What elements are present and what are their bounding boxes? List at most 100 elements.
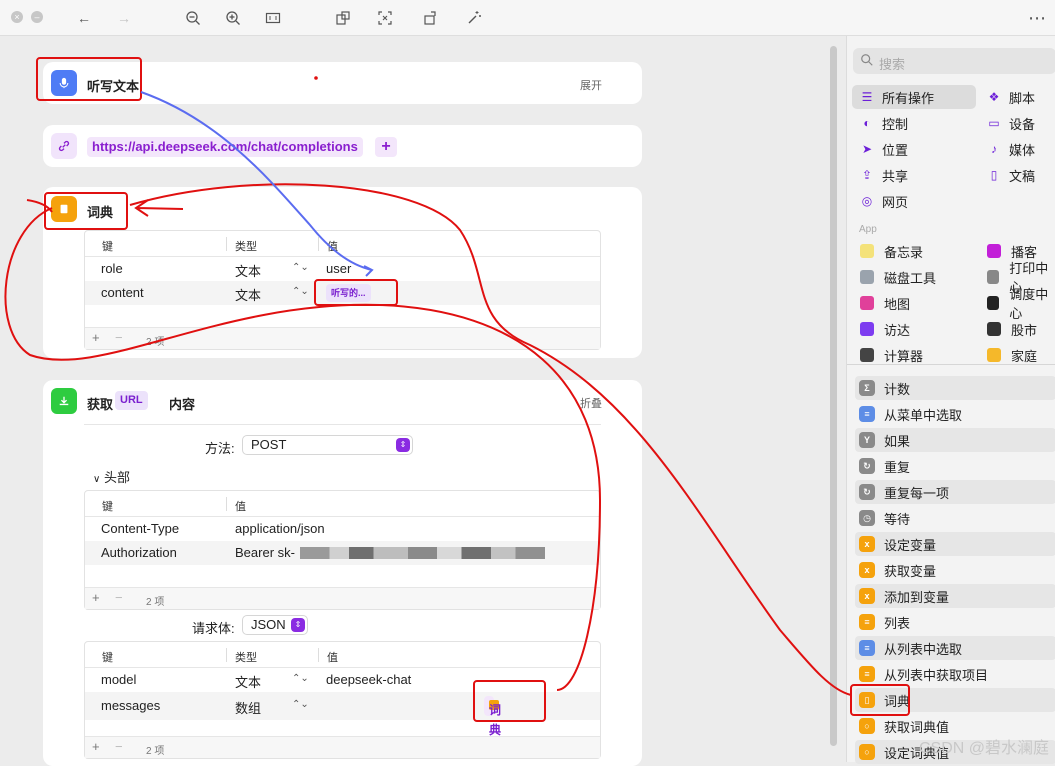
- url-variable-token[interactable]: URL: [115, 391, 148, 410]
- more-options-icon[interactable]: ⋯: [1027, 8, 1047, 28]
- dictionary-value-icon: ○: [859, 744, 875, 760]
- action-list[interactable]: ≡ 列表: [855, 610, 1055, 634]
- table-row[interactable]: Authorization Bearer sk-: [85, 541, 600, 565]
- headers-toggle[interactable]: ∨ 头部: [93, 467, 130, 486]
- row-key[interactable]: role: [101, 261, 123, 276]
- minimize-window-icon[interactable]: –: [31, 11, 43, 23]
- table-row[interactable]: Content-Type application/json: [85, 517, 600, 541]
- action-count[interactable]: Σ 计数: [855, 376, 1055, 400]
- row-type[interactable]: 数组: [235, 698, 261, 717]
- close-window-icon[interactable]: ×: [11, 11, 23, 23]
- action-add-to-variable[interactable]: x 添加到变量: [855, 584, 1055, 608]
- category-scripting[interactable]: ❖ 脚本: [987, 85, 1035, 109]
- action-set-variable[interactable]: x 设定变量: [855, 532, 1055, 556]
- method-value: POST: [251, 437, 287, 452]
- maps-icon: [860, 296, 874, 310]
- add-row-button[interactable]: +: [92, 330, 100, 345]
- fetch-title-prefix: 获取: [87, 397, 114, 412]
- row-key[interactable]: messages: [101, 698, 160, 713]
- type-stepper-icon[interactable]: ⌃⌄: [292, 262, 309, 273]
- search-input[interactable]: 搜索: [853, 48, 1055, 74]
- dictionary-icon: [51, 196, 77, 222]
- action-choose-from-list[interactable]: ≡ 从列表中选取: [855, 636, 1055, 660]
- table-row[interactable]: messages 数组 ⌃⌄ 词典: [85, 692, 600, 737]
- action-repeat[interactable]: ↻ 重复: [855, 454, 1055, 478]
- search-icon: [860, 53, 874, 70]
- category-device[interactable]: ▭ 设备: [987, 111, 1035, 135]
- row-value[interactable]: Bearer sk-: [235, 545, 295, 560]
- row-type[interactable]: 文本: [235, 285, 261, 304]
- body-type-select[interactable]: JSON ⇕: [242, 615, 308, 635]
- list-choose-icon: ≡: [859, 640, 875, 656]
- row-type[interactable]: 文本: [235, 672, 261, 691]
- zoom-in-icon[interactable]: [223, 8, 243, 28]
- row-value[interactable]: application/json: [235, 521, 325, 536]
- row-key[interactable]: Authorization: [101, 545, 177, 560]
- dictated-text-variable[interactable]: 听写的...: [326, 284, 371, 302]
- remove-row-button[interactable]: −: [115, 739, 123, 754]
- crop-select-icon[interactable]: [375, 8, 395, 28]
- action-dictate-text[interactable]: 听写文本 展开: [43, 62, 642, 104]
- app-stocks[interactable]: 股市: [987, 317, 1037, 341]
- dictionary-variable-token[interactable]: 词典: [484, 696, 501, 737]
- type-stepper-icon[interactable]: ⌃⌄: [292, 699, 309, 710]
- row-type[interactable]: 文本: [235, 261, 261, 280]
- variable-icon: x: [859, 536, 875, 552]
- type-stepper-icon[interactable]: ⌃⌄: [292, 673, 309, 684]
- app-disk-utility[interactable]: 磁盘工具: [860, 265, 936, 289]
- collapse-button[interactable]: 折叠: [580, 395, 602, 411]
- category-location[interactable]: ➤ 位置: [860, 137, 908, 161]
- remove-row-button[interactable]: −: [115, 330, 123, 345]
- category-share[interactable]: ⇪ 共享: [860, 163, 908, 187]
- row-value[interactable]: user: [326, 261, 351, 276]
- category-all-actions[interactable]: ☰ 所有操作: [852, 85, 976, 109]
- fit-width-icon[interactable]: [263, 8, 283, 28]
- row-key[interactable]: model: [101, 672, 136, 687]
- action-wait[interactable]: ◷ 等待: [855, 506, 1055, 530]
- remove-row-button[interactable]: −: [115, 590, 123, 605]
- add-row-button[interactable]: +: [92, 739, 100, 754]
- action-if[interactable]: Y 如果: [855, 428, 1055, 452]
- expand-button[interactable]: 展开: [580, 77, 602, 93]
- back-icon[interactable]: ←: [74, 8, 94, 28]
- action-url[interactable]: https://api.deepseek.com/chat/completion…: [43, 125, 642, 167]
- category-web[interactable]: ◎ 网页: [860, 189, 908, 213]
- rotate-icon[interactable]: [420, 8, 440, 28]
- forward-icon[interactable]: →: [114, 8, 134, 28]
- type-stepper-icon[interactable]: ⌃⌄: [292, 286, 309, 297]
- app-finder[interactable]: 访达: [860, 317, 910, 341]
- action-repeat-each[interactable]: ↻ 重复每一项: [855, 480, 1055, 504]
- magic-wand-icon[interactable]: [464, 8, 484, 28]
- table-row[interactable]: model 文本 ⌃⌄ deepseek-chat: [85, 668, 600, 692]
- action-choose-from-menu[interactable]: ≡ 从菜单中选取: [855, 402, 1055, 426]
- add-url-button[interactable]: +: [375, 137, 397, 157]
- list-item-icon: ≡: [859, 666, 875, 682]
- table-row[interactable]: content 文本 ⌃⌄ 听写的...: [85, 281, 600, 305]
- category-control[interactable]: ◐ 控制: [860, 111, 908, 135]
- action-dictionary[interactable]: 词典 键 类型 值 role 文本 ⌃⌄ user content 文本 ⌃⌄ …: [43, 187, 642, 358]
- method-select[interactable]: POST ⇕: [242, 435, 413, 455]
- share-icon: ⇪: [861, 168, 873, 182]
- app-notes[interactable]: 备忘录: [860, 239, 923, 263]
- table-row[interactable]: role 文本 ⌃⌄ user: [85, 257, 600, 281]
- add-page-icon[interactable]: [333, 8, 353, 28]
- clock-icon: ◷: [859, 510, 875, 526]
- app-mission-control[interactable]: 调度中心: [987, 287, 1055, 321]
- category-media[interactable]: ♪ 媒体: [987, 137, 1035, 161]
- action-get-url-contents[interactable]: 获取 URL 内容 折叠 方法: POST ⇕ ∨ 头部 键 值 Content…: [43, 380, 642, 766]
- editor-scrollbar[interactable]: [830, 46, 837, 746]
- zoom-out-icon[interactable]: [183, 8, 203, 28]
- row-value[interactable]: deepseek-chat: [326, 672, 411, 687]
- col-key: 键: [102, 241, 113, 253]
- row-key[interactable]: Content-Type: [101, 521, 179, 536]
- action-dictionary[interactable]: ▯ 词典: [855, 688, 1055, 712]
- actions-sidebar: 搜索 ☰ 所有操作 ◐ 控制 ➤ 位置 ⇪ 共享 ◎ 网页 ❖ 脚本 ▭ 设备 ♪ 媒体 ▯ 文稿…: [846, 36, 1055, 764]
- dictionary-value-icon: ○: [859, 718, 875, 734]
- url-value[interactable]: https://api.deepseek.com/chat/completion…: [87, 137, 363, 157]
- action-get-item-from-list[interactable]: ≡ 从列表中获取项目: [855, 662, 1055, 686]
- action-get-variable[interactable]: x 获取变量: [855, 558, 1055, 582]
- row-key[interactable]: content: [101, 285, 144, 300]
- category-documents[interactable]: ▯ 文稿: [987, 163, 1035, 187]
- app-maps[interactable]: 地图: [860, 291, 910, 315]
- add-row-button[interactable]: +: [92, 590, 100, 605]
